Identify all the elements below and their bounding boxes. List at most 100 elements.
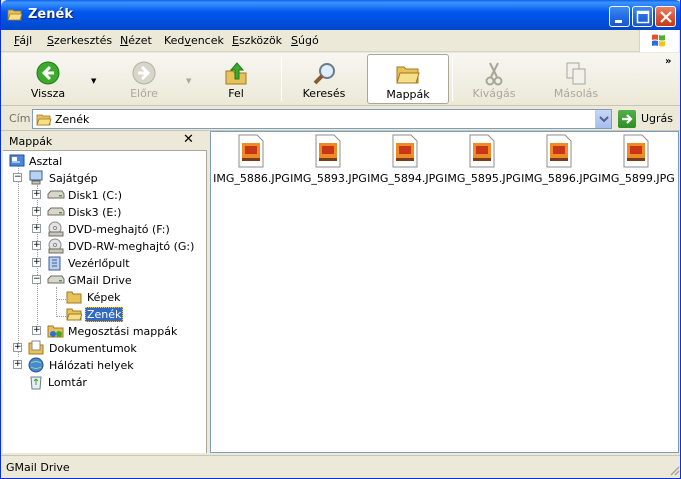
- forward-label: Előre: [130, 87, 158, 100]
- expand-icon[interactable]: +: [13, 360, 22, 369]
- file-item[interactable]: IMG_5899.JPG: [598, 134, 675, 185]
- file-name: IMG_5894.JPG: [367, 172, 444, 185]
- folder-pane: Mappák ✕ Asztal − Sajátgép + Disk1 (C:) …: [3, 131, 207, 453]
- scissors-icon: [485, 62, 503, 86]
- address-value: Zenék: [55, 113, 90, 126]
- up-button[interactable]: Fel: [207, 53, 265, 105]
- tree-node-label: DVD-meghajtó (F:): [68, 223, 170, 236]
- menu-tools[interactable]: Eszközök: [232, 34, 282, 47]
- forward-button[interactable]: Előre: [115, 53, 173, 105]
- tree-line: [56, 287, 57, 317]
- windows-logo: [639, 30, 679, 52]
- jpg-file-icon: [469, 134, 495, 168]
- tree-node-label: Megosztási mappák: [68, 325, 178, 338]
- file-name: IMG_5899.JPG: [598, 172, 675, 185]
- close-button[interactable]: [655, 6, 676, 27]
- jpg-file-icon: [238, 134, 264, 168]
- tree-node-label: DVD-RW-meghajtó (G:): [68, 240, 195, 253]
- desktop-icon: [9, 154, 25, 167]
- expand-icon[interactable]: +: [13, 343, 22, 352]
- jpg-file-icon: [315, 134, 341, 168]
- title-bar[interactable]: Zenék: [1, 0, 680, 30]
- expand-icon[interactable]: +: [32, 258, 41, 267]
- file-item[interactable]: IMG_5896.JPG: [521, 134, 598, 185]
- shared-folder-icon: [47, 325, 64, 338]
- jpg-file-icon: [392, 134, 418, 168]
- tree-node-label: Zenék: [85, 307, 124, 322]
- expand-icon[interactable]: +: [32, 224, 41, 233]
- menu-view-accel: N: [120, 34, 129, 47]
- file-name: IMG_5896.JPG: [521, 172, 598, 185]
- address-bar: Cím Zenék Ugrás: [1, 107, 680, 131]
- address-dropdown-button[interactable]: [595, 110, 611, 128]
- menu-help-label: úgó: [297, 34, 319, 47]
- back-label: Vissza: [30, 87, 66, 100]
- minimize-button[interactable]: [609, 6, 630, 27]
- back-dropdown-icon[interactable]: ▼: [91, 77, 96, 85]
- tree-node-label: Képek: [87, 291, 121, 304]
- menu-help-accel: S: [291, 34, 298, 47]
- forward-dropdown-icon[interactable]: ▼: [186, 77, 191, 85]
- folders-icon: [396, 66, 420, 84]
- menu-view[interactable]: Nézet: [120, 34, 152, 47]
- control-panel-icon: [48, 256, 61, 271]
- tree-node-label: Vezérlőpult: [68, 257, 130, 270]
- menu-view-label: ézet: [128, 34, 152, 47]
- jpg-file-icon: [623, 134, 649, 168]
- file-list-view[interactable]: IMG_5886.JPG IMG_5893.JPG IMG_5894.JPG I…: [210, 131, 679, 453]
- file-item[interactable]: IMG_5895.JPG: [444, 134, 521, 185]
- menu-file[interactable]: Fájl: [14, 34, 32, 47]
- file-item[interactable]: IMG_5886.JPG: [213, 134, 290, 185]
- status-bar: GMail Drive: [1, 455, 680, 478]
- menu-help[interactable]: Súgó: [291, 34, 319, 47]
- expand-icon[interactable]: +: [32, 207, 41, 216]
- standard-toolbar: Vissza ▼ Előre ▼ Fel Keresés Mappák Kivá…: [1, 53, 680, 106]
- cut-button[interactable]: Kivágás: [465, 53, 523, 105]
- jpg-file-icon: [546, 134, 572, 168]
- file-item[interactable]: IMG_5894.JPG: [367, 134, 444, 185]
- collapse-icon[interactable]: −: [13, 173, 22, 182]
- tree-node-label: Sajátgép: [49, 172, 98, 185]
- file-name: IMG_5886.JPG: [213, 172, 290, 185]
- folder-open-icon: [66, 308, 82, 321]
- folders-button[interactable]: Mappák: [367, 54, 449, 104]
- expand-icon[interactable]: +: [32, 190, 41, 199]
- toolbar-separator: [452, 57, 453, 101]
- search-button[interactable]: Keresés: [295, 53, 353, 105]
- address-input[interactable]: Zenék: [32, 109, 612, 129]
- tree-line: [57, 299, 66, 300]
- address-label: Cím: [9, 112, 31, 125]
- file-item[interactable]: IMG_5893.JPG: [290, 134, 367, 185]
- go-arrow-icon: [622, 114, 633, 124]
- explorer-window: Zenék Fájl Szerkesztés Nézet Kedvencek E…: [0, 0, 681, 479]
- chevron-down-icon: [599, 116, 609, 123]
- resize-grip-icon[interactable]: [668, 464, 680, 476]
- back-arrow-icon: [36, 61, 60, 85]
- minimize-icon: [615, 20, 622, 23]
- collapse-icon[interactable]: −: [32, 275, 41, 284]
- folder-pane-close-icon[interactable]: ✕: [183, 132, 194, 147]
- toolbar-overflow-chevron-icon[interactable]: »: [665, 56, 671, 67]
- menu-edit[interactable]: Szerkesztés: [47, 34, 112, 47]
- tree-node-label: Asztal: [29, 155, 63, 168]
- menu-bar: Fájl Szerkesztés Nézet Kedvencek Eszközö…: [1, 30, 680, 52]
- menu-favorites[interactable]: Kedvencek: [164, 34, 224, 47]
- folder-pane-header: Mappák ✕: [3, 131, 207, 151]
- maximize-button[interactable]: [632, 6, 653, 27]
- folder-up-icon: [225, 62, 247, 85]
- back-button[interactable]: Vissza: [19, 53, 77, 105]
- expand-icon[interactable]: +: [32, 326, 41, 335]
- folder-open-icon: [36, 114, 52, 126]
- copy-button[interactable]: Másolás: [547, 53, 605, 105]
- expand-icon[interactable]: +: [32, 241, 41, 250]
- go-button[interactable]: [618, 110, 636, 128]
- go-label[interactable]: Ugrás: [641, 112, 673, 125]
- menu-favorites-pre: Ked: [164, 34, 185, 47]
- drive-icon: [47, 275, 65, 284]
- documents-icon: [28, 340, 44, 355]
- file-name: IMG_5893.JPG: [290, 172, 367, 185]
- tree-node-label: Dokumentumok: [49, 342, 137, 355]
- search-icon: [313, 63, 335, 85]
- tree-node-label: GMail Drive: [68, 274, 132, 287]
- file-name: IMG_5895.JPG: [444, 172, 521, 185]
